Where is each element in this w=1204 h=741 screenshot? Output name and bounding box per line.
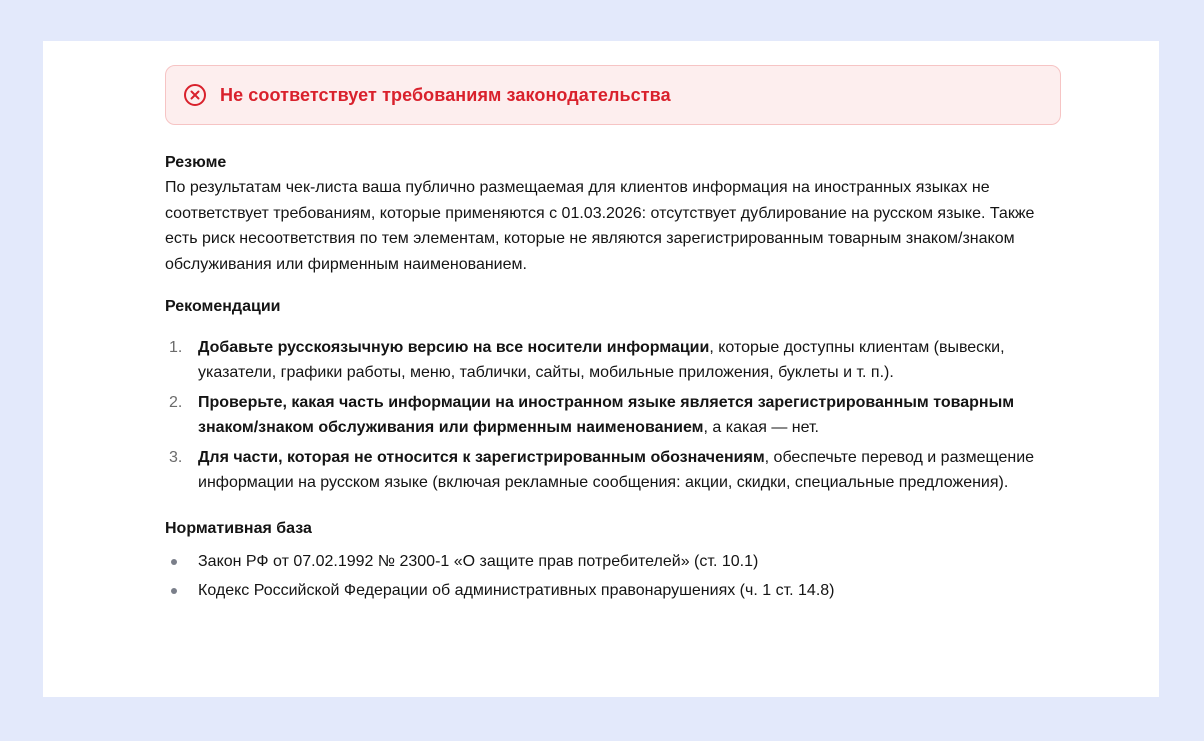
result-card: Не соответствует требованиям законодател…	[43, 41, 1159, 697]
legal-basis-item: Кодекс Российской Федерации об администр…	[165, 578, 1065, 603]
recommendation-bold: Добавьте русскоязычную версию на все нос…	[198, 339, 710, 356]
recommendation-number: 2.	[169, 394, 183, 411]
recommendation-item: 2. Проверьте, какая часть информации на …	[165, 390, 1065, 440]
recommendation-number: 3.	[169, 449, 183, 466]
recommendation-bold: Для части, которая не относится к зареги…	[198, 449, 765, 466]
recommendation-number: 1.	[169, 339, 183, 356]
recommendations-list: 1. Добавьте русскоязычную версию на все …	[165, 335, 1065, 495]
recommendations-title: Рекомендации	[165, 298, 281, 315]
summary-title: Резюме	[165, 154, 227, 171]
legal-basis-text: Закон РФ от 07.02.1992 № 2300-1 «О защит…	[198, 553, 759, 570]
report-content: Резюме По результатам чек-листа ваша пуб…	[165, 150, 1065, 607]
bullet-icon	[171, 559, 177, 565]
recommendation-bold: Проверьте, какая часть информации на ино…	[198, 394, 1015, 436]
non-compliance-alert: Не соответствует требованиям законодател…	[165, 65, 1061, 125]
recommendation-item: 3. Для части, которая не относится к зар…	[165, 445, 1065, 495]
bullet-icon	[171, 588, 177, 594]
recommendations-section: Рекомендации 1. Добавьте русскоязычную в…	[165, 294, 1065, 495]
legal-basis-section: Нормативная база Закон РФ от 07.02.1992 …	[165, 516, 1065, 603]
legal-basis-list: Закон РФ от 07.02.1992 № 2300-1 «О защит…	[165, 549, 1065, 603]
legal-basis-item: Закон РФ от 07.02.1992 № 2300-1 «О защит…	[165, 549, 1065, 574]
alert-text: Не соответствует требованиям законодател…	[220, 84, 671, 105]
legal-basis-title: Нормативная база	[165, 520, 312, 537]
close-circle-icon	[182, 82, 208, 108]
legal-basis-text: Кодекс Российской Федерации об администр…	[198, 582, 835, 599]
summary-text: По результатам чек-листа ваша публично р…	[165, 179, 1035, 273]
recommendation-item: 1. Добавьте русскоязычную версию на все …	[165, 335, 1065, 385]
summary-section: Резюме По результатам чек-листа ваша пуб…	[165, 150, 1065, 277]
recommendation-text: , а какая — нет.	[703, 419, 820, 436]
